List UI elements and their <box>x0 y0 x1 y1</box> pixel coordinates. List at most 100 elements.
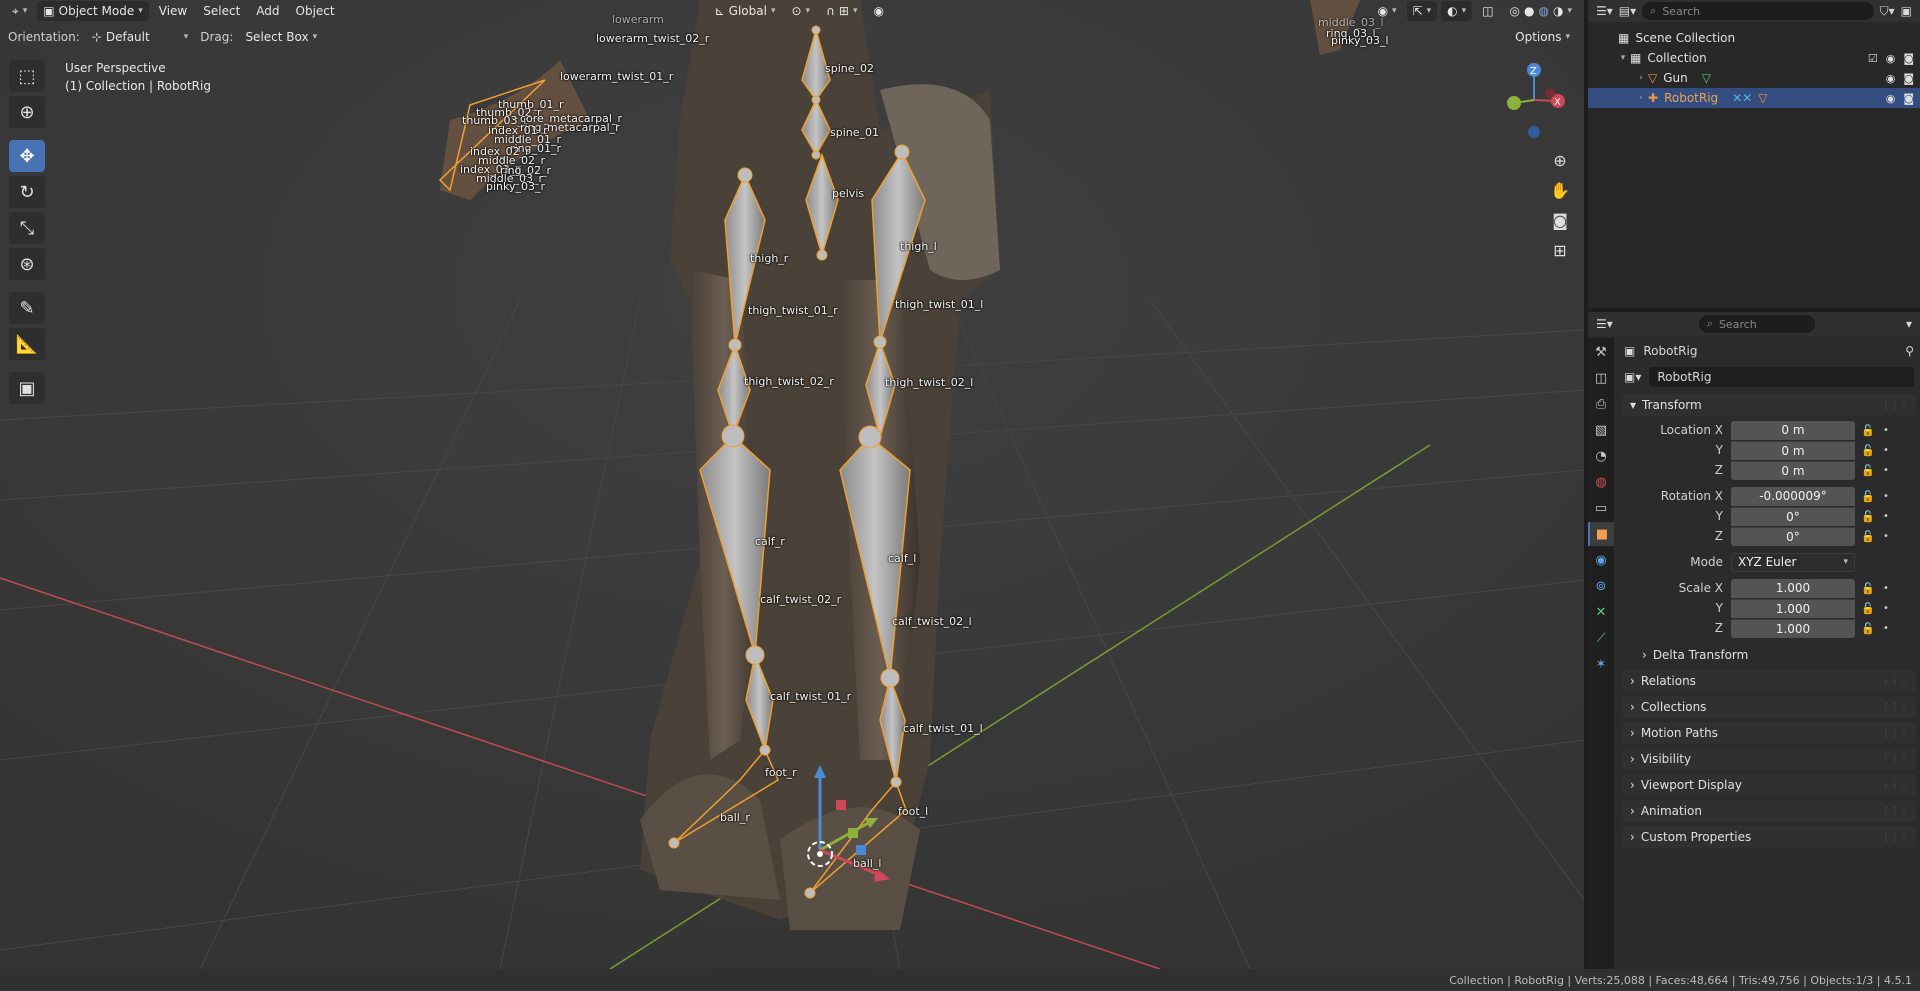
expand-chevron-icon[interactable]: › <box>1634 73 1648 83</box>
lock-icon[interactable]: 🔓 <box>1855 622 1881 635</box>
checkbox-icon[interactable]: ☑ <box>1868 52 1878 65</box>
lock-icon[interactable]: 🔓 <box>1855 582 1881 595</box>
camera-icon[interactable]: ◙ <box>1546 206 1574 234</box>
panel-collections[interactable]: › Collections ⋮⋮⋮ <box>1622 696 1916 718</box>
annotate-icon[interactable]: ✎ <box>9 292 45 324</box>
render-camera-icon[interactable]: ◙ <box>1903 92 1914 105</box>
keyframe-dot-icon[interactable]: • <box>1881 425 1891 436</box>
location-z-field[interactable]: 0 m <box>1731 460 1855 480</box>
scene-tab-icon[interactable]: ◔ <box>1588 444 1614 468</box>
eye-icon[interactable]: ◉ <box>1886 52 1896 65</box>
outliner-item-gun[interactable]: › ▽ Gun ▽ ◉ ◙ <box>1588 68 1920 88</box>
outliner-search[interactable]: ⌕ Search <box>1642 2 1874 20</box>
lock-icon[interactable]: 🔓 <box>1855 464 1881 477</box>
panel-viewport-display[interactable]: › Viewport Display ⋮⋮⋮ <box>1622 774 1916 796</box>
rendered-shading-icon[interactable]: ◑ <box>1553 4 1563 18</box>
drag-grip-icon[interactable]: ⋮⋮⋮ <box>1881 780 1909 791</box>
menu-select[interactable]: Select <box>197 1 246 21</box>
gizmo-toggle[interactable]: ⇱ ▾ <box>1406 1 1438 21</box>
scale-x-field[interactable]: 1.000 <box>1731 578 1855 598</box>
panel-delta-transform[interactable]: › Delta Transform <box>1618 644 1920 666</box>
tool-tab-icon[interactable]: ⚒ <box>1588 340 1614 364</box>
mode-dropdown[interactable]: ▣ Object Mode ▾ <box>37 1 149 21</box>
keyframe-dot-icon[interactable]: • <box>1881 445 1891 456</box>
snap-toggle[interactable]: ∩ ⊞ ▾ <box>820 1 863 21</box>
measure-icon[interactable]: 📐 <box>9 328 45 360</box>
pan-hand-icon[interactable]: ✋ <box>1546 176 1574 204</box>
menu-view[interactable]: View <box>153 1 193 21</box>
wireframe-shading-icon[interactable]: ◎ <box>1510 4 1520 18</box>
add-cube-icon[interactable]: ▣ <box>9 372 45 404</box>
drag-grip-icon[interactable]: ⋮⋮⋮ <box>1881 728 1909 739</box>
keyframe-dot-icon[interactable]: • <box>1881 603 1891 614</box>
display-mode-icon[interactable]: ▤▾ <box>1619 4 1636 18</box>
panel-animation[interactable]: › Animation ⋮⋮⋮ <box>1622 800 1916 822</box>
collection-tab-icon[interactable]: ▭ <box>1588 496 1614 520</box>
transform-orientation-dropdown[interactable]: ⊾ Global ▾ <box>709 1 782 21</box>
filter-icon[interactable]: ⛉▾ <box>1880 4 1895 19</box>
keyframe-dot-icon[interactable]: • <box>1881 491 1891 502</box>
expand-chevron-icon[interactable]: ▾ <box>1616 53 1630 63</box>
drag-grip-icon[interactable]: ⋮⋮⋮ <box>1881 754 1909 765</box>
bone-constraint-tab-icon[interactable]: ✶ <box>1588 652 1614 676</box>
constraints-tab-icon[interactable]: ⊚ <box>1588 574 1614 598</box>
outliner-item-robotrig[interactable]: › ✚ RobotRig ✕✕ ▽ ◉ ◙ <box>1588 88 1920 108</box>
editor-type-button[interactable]: ⌖ ▾ <box>6 1 33 21</box>
rotation-x-field[interactable]: -0.000009° <box>1731 486 1855 506</box>
material-shading-icon[interactable]: ◍ <box>1539 4 1549 18</box>
keyframe-dot-icon[interactable]: • <box>1881 511 1891 522</box>
panel-relations[interactable]: › Relations ⋮⋮⋮ <box>1622 670 1916 692</box>
zoom-icon[interactable]: ⊕ <box>1546 146 1574 174</box>
object-data-tab-icon[interactable]: ✕ <box>1588 600 1614 624</box>
xray-toggle[interactable]: ◫ <box>1476 1 1499 21</box>
cursor-icon[interactable]: ⊕ <box>9 96 45 128</box>
pin-icon[interactable]: ⚲ <box>1905 344 1914 358</box>
keyframe-dot-icon[interactable]: • <box>1881 465 1891 476</box>
view-layer-tab-icon[interactable]: ▧ <box>1588 418 1614 442</box>
rotation-y-field[interactable]: 0° <box>1731 506 1855 526</box>
eye-icon[interactable]: ◉ <box>1886 92 1896 105</box>
lock-icon[interactable]: 🔓 <box>1855 490 1881 503</box>
properties-editor-icon[interactable]: ☰▾ <box>1596 317 1613 331</box>
menu-object[interactable]: Object <box>290 1 341 21</box>
world-tab-icon[interactable]: ◍ <box>1588 470 1614 494</box>
drag-grip-icon[interactable]: ⋮⋮⋮ <box>1881 806 1909 817</box>
lock-icon[interactable]: 🔓 <box>1855 602 1881 615</box>
select-box-icon[interactable]: ⬚ <box>9 60 45 92</box>
object-tab-icon[interactable]: ■ <box>1588 522 1614 546</box>
menu-add[interactable]: Add <box>250 1 285 21</box>
lock-icon[interactable]: 🔓 <box>1855 424 1881 437</box>
panel-motion-paths[interactable]: › Motion Paths ⋮⋮⋮ <box>1622 722 1916 744</box>
collection-row[interactable]: ▾ ▦ Collection ☑ ◉ ◙ <box>1588 48 1920 68</box>
bone-tab-icon[interactable]: ⟋ <box>1588 626 1614 650</box>
render-camera-icon[interactable]: ◙ <box>1903 72 1914 85</box>
pivot-point-dropdown[interactable]: ⊙ ▾ <box>785 1 816 21</box>
3d-viewport[interactable]: Z X ⌖ ▾ ▣ Object Mode ▾ View Select Add Obj… <box>0 0 1584 969</box>
scene-collection-row[interactable]: ▦ Scene Collection <box>1588 28 1920 48</box>
orientation-dropdown[interactable]: ⊹ Default ▾ <box>86 27 194 47</box>
lock-icon[interactable]: 🔓 <box>1855 510 1881 523</box>
lock-icon[interactable]: 🔓 <box>1855 444 1881 457</box>
keyframe-dot-icon[interactable]: • <box>1881 623 1891 634</box>
expand-chevron-icon[interactable]: › <box>1634 93 1648 103</box>
transform-icon[interactable]: ⊛ <box>9 248 45 280</box>
overlay-toggle[interactable]: ◐ ▾ <box>1441 1 1473 21</box>
outliner-editor-icon[interactable]: ☰▾ <box>1596 4 1613 18</box>
drag-grip-icon[interactable]: ⋮⋮⋮ <box>1881 400 1909 411</box>
rotation-z-field[interactable]: 0° <box>1731 526 1855 546</box>
output-tab-icon[interactable]: ⎙ <box>1588 392 1614 416</box>
render-tab-icon[interactable]: ◫ <box>1588 366 1614 390</box>
scale-z-field[interactable]: 1.000 <box>1731 618 1855 638</box>
scale-y-field[interactable]: 1.000 <box>1731 598 1855 618</box>
panel-visibility[interactable]: › Visibility ⋮⋮⋮ <box>1622 748 1916 770</box>
ortho-grid-icon[interactable]: ⊞ <box>1546 236 1574 264</box>
move-icon[interactable]: ✥ <box>9 140 45 172</box>
keyframe-dot-icon[interactable]: • <box>1881 583 1891 594</box>
drag-dropdown[interactable]: Select Box ▾ <box>239 27 323 47</box>
options-dropdown[interactable]: Options ▾ <box>1509 27 1576 47</box>
eye-icon[interactable]: ◉ <box>1886 72 1896 85</box>
drag-grip-icon[interactable]: ⋮⋮⋮ <box>1881 676 1909 687</box>
chevron-down-icon[interactable]: ▾ <box>1906 317 1912 331</box>
solid-shading-icon[interactable]: ● <box>1524 4 1534 18</box>
panel-transform[interactable]: ▾ Transform ⋮⋮⋮ <box>1622 394 1916 416</box>
